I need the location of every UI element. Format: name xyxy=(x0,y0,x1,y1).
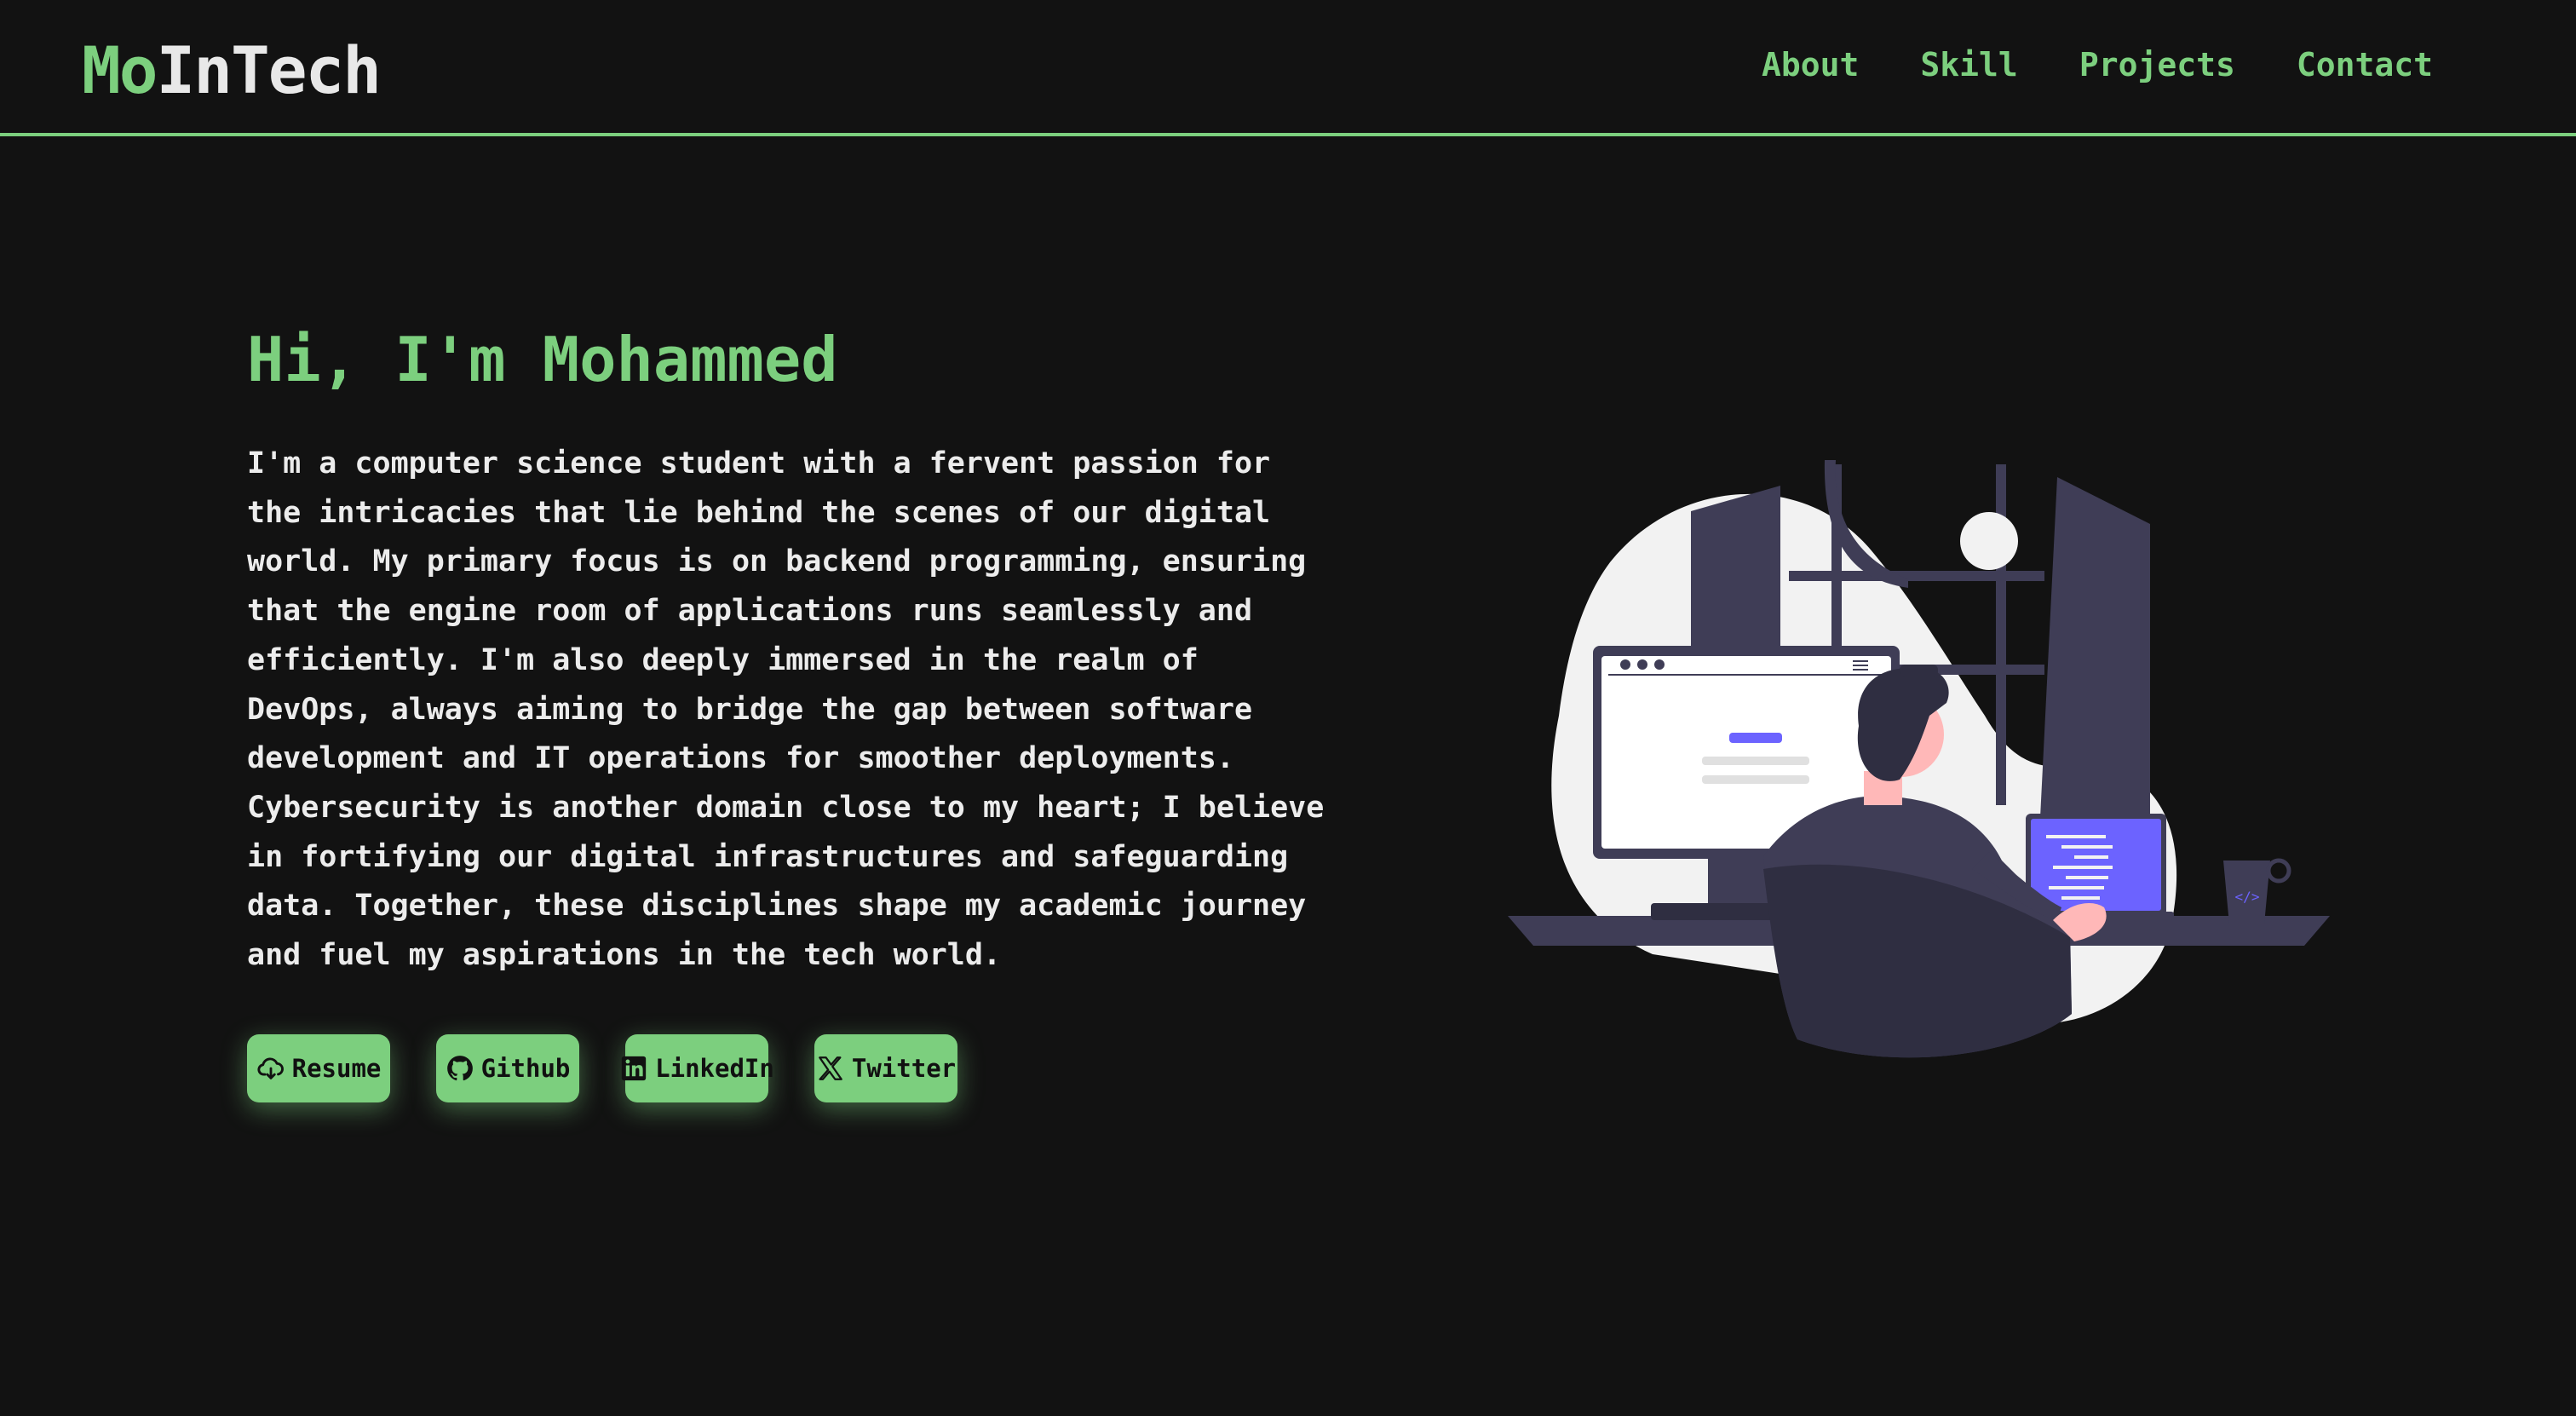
hero-bio: I'm a computer science student with a fe… xyxy=(247,446,1325,973)
nav-link-projects[interactable]: Projects xyxy=(2079,46,2235,83)
main-nav: About Skill Projects Contact xyxy=(1762,46,2433,83)
linkedin-icon xyxy=(621,1056,647,1081)
developer-at-desk-illustration: </> xyxy=(1508,460,2334,1065)
cloud-download-icon xyxy=(257,1057,284,1079)
resume-button[interactable]: Resume xyxy=(247,1034,390,1102)
greeting-text: Hi, I'm Mohammed xyxy=(247,324,838,395)
nav-link-contact[interactable]: Contact xyxy=(2297,46,2433,83)
linkedin-label: LinkedIn xyxy=(655,1054,774,1083)
social-buttons: Resume Github LinkedIn Twitter xyxy=(247,1034,957,1102)
nav-link-about[interactable]: About xyxy=(1762,46,1859,83)
mug-code-tag: </> xyxy=(2235,889,2260,905)
logo-text: InTech xyxy=(156,32,382,108)
x-twitter-icon xyxy=(819,1056,842,1080)
hero-greeting: Hi, I'm Mohammed xyxy=(247,324,847,395)
site-logo[interactable]: MoInTech xyxy=(82,32,382,108)
github-icon xyxy=(446,1056,473,1081)
github-label: Github xyxy=(480,1054,571,1083)
github-button[interactable]: Github xyxy=(436,1034,579,1102)
moon xyxy=(1960,512,2018,570)
nav-link-skill[interactable]: Skill xyxy=(1920,46,2017,83)
window-frame-right xyxy=(2040,477,2150,818)
twitter-button[interactable]: Twitter xyxy=(814,1034,957,1102)
resume-label: Resume xyxy=(291,1054,382,1083)
linkedin-button[interactable]: LinkedIn xyxy=(621,1034,774,1102)
site-header: MoInTech About Skill Projects Contact xyxy=(0,0,2576,136)
twitter-label: Twitter xyxy=(851,1054,957,1083)
logo-prefix: Mo xyxy=(82,32,158,108)
